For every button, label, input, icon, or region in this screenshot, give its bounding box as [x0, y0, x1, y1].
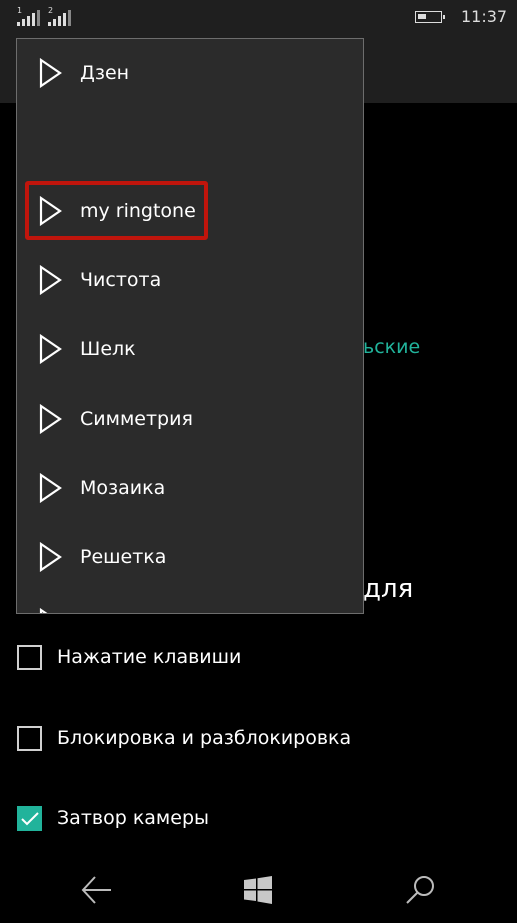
battery-low-icon — [415, 11, 445, 23]
windows-logo-icon — [244, 876, 272, 904]
play-icon[interactable] — [39, 265, 63, 295]
play-icon[interactable] — [39, 404, 63, 434]
back-button[interactable] — [77, 870, 117, 910]
ringtone-item-selected[interactable]: my ringtone — [17, 187, 363, 235]
ringtone-item[interactable]: Дзен — [17, 49, 363, 97]
ringtone-picker-popup: Дзен my ringtone Чистота Шелк Симметрия … — [16, 38, 364, 614]
checkbox-label: Блокировка и разблокировка — [57, 727, 352, 749]
ringtone-label: Решетка — [80, 546, 167, 568]
play-icon[interactable] — [39, 334, 63, 364]
ringtone-label: my ringtone — [80, 200, 196, 222]
clock: 11:37 — [461, 7, 508, 26]
sim2-label: 2 — [48, 6, 54, 15]
sim1-label: 1 — [17, 6, 23, 15]
checkbox-label: Затвор камеры — [57, 807, 210, 829]
ringtone-item-partial[interactable] — [17, 599, 363, 614]
ringtone-item[interactable]: Решетка — [17, 533, 363, 581]
back-arrow-icon — [81, 876, 111, 904]
ringtone-item[interactable]: Симметрия — [17, 395, 363, 443]
ringtone-label: Дзен — [80, 62, 130, 84]
sim2-signal-icon: 2 — [48, 6, 74, 26]
sim1-signal-icon: 1 — [17, 6, 43, 26]
checkbox-lock-unlock[interactable]: Блокировка и разблокировка — [17, 724, 351, 752]
ringtone-item[interactable]: Шелк — [17, 325, 363, 373]
status-bar: 1 2 11:37 — [0, 0, 517, 36]
checkbox[interactable] — [17, 725, 42, 751]
search-button[interactable] — [400, 870, 440, 910]
checkmark-icon — [21, 811, 39, 825]
checkbox-key-press[interactable]: Нажатие клавиши — [17, 643, 241, 671]
ringtone-item[interactable]: Чистота — [17, 256, 363, 304]
checkbox-checked[interactable] — [17, 805, 42, 831]
play-icon[interactable] — [39, 542, 63, 572]
play-icon[interactable] — [39, 58, 63, 88]
navigation-bar — [0, 850, 517, 923]
ringtone-label: Симметрия — [80, 408, 193, 430]
checkbox[interactable] — [17, 644, 42, 670]
section-heading: для — [363, 574, 414, 604]
play-icon[interactable] — [39, 473, 63, 503]
checkbox-camera-shutter[interactable]: Затвор камеры — [17, 804, 209, 832]
ringtone-label: Чистота — [80, 269, 162, 291]
play-icon[interactable] — [39, 196, 63, 226]
ringtone-label: Шелк — [80, 338, 136, 360]
checkbox-label: Нажатие клавиши — [57, 646, 242, 668]
sounds-category-link[interactable]: ьские — [363, 336, 420, 358]
ringtone-label: Мозаика — [80, 477, 166, 499]
play-icon[interactable] — [39, 608, 63, 614]
start-button[interactable] — [238, 870, 278, 910]
search-icon — [406, 876, 434, 904]
ringtone-item[interactable]: Мозаика — [17, 464, 363, 512]
